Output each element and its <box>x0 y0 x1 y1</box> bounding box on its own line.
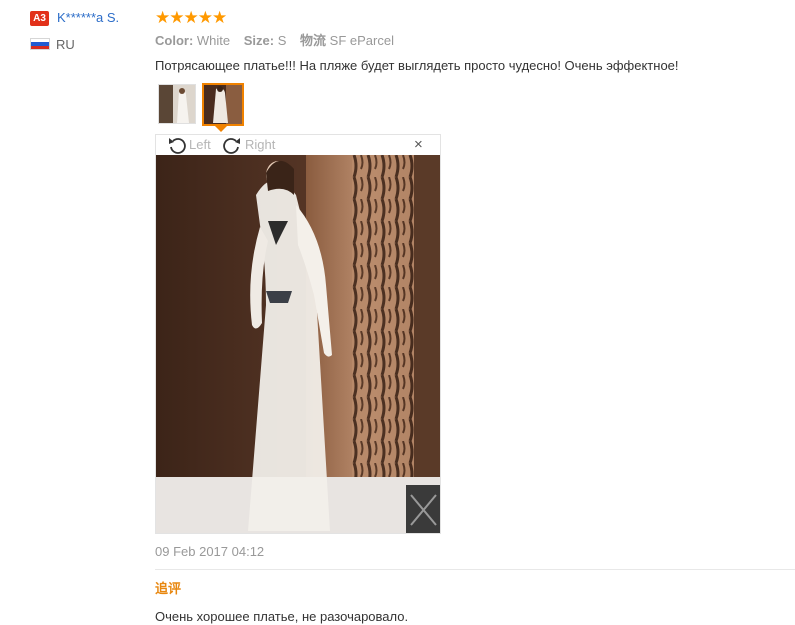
purchase-attributes: Color: White Size: S 物流 SF eParcel <box>155 33 404 49</box>
photo-viewer: Left Right × <box>155 134 441 534</box>
reviewer-country: RU <box>56 37 75 52</box>
country-flag-icon <box>30 38 50 50</box>
followup-label: 追评 <box>155 581 182 596</box>
rotate-left-icon[interactable] <box>168 136 186 154</box>
attr-size-label: Size: <box>243 33 275 48</box>
attr-color-label: Color: <box>155 33 194 48</box>
user-level-badge: A3 <box>30 11 49 26</box>
rotate-left-button[interactable]: Left <box>189 137 211 153</box>
rotate-right-icon[interactable] <box>223 136 241 154</box>
followup-text: Очень хорошее платье, не разочаровало. <box>155 609 409 624</box>
photo-viewer-toolbar: Left Right × <box>156 135 440 155</box>
review-photo-thumbnail-2[interactable] <box>202 83 244 126</box>
rotate-right-button[interactable]: Right <box>245 137 275 153</box>
thumbnail-selected-pointer <box>215 126 227 132</box>
review-date: 09 Feb 2017 04:12 <box>155 544 265 559</box>
followup-divider <box>155 569 795 570</box>
attr-shipping-label: 物流 <box>300 33 327 48</box>
attr-size-value: S <box>277 33 287 48</box>
review-photo-thumbnail-1[interactable] <box>158 84 196 124</box>
review-photo-large <box>156 155 440 533</box>
attr-shipping-value: SF eParcel <box>329 33 394 48</box>
attr-color-value: White <box>196 33 231 48</box>
review-text: Потрясающее платье!!! На пляже будет выг… <box>155 58 679 73</box>
reviewer-name[interactable]: K******a S. <box>57 10 119 26</box>
close-icon[interactable]: × <box>414 137 423 152</box>
star-rating: ★★★★★ <box>155 8 227 27</box>
